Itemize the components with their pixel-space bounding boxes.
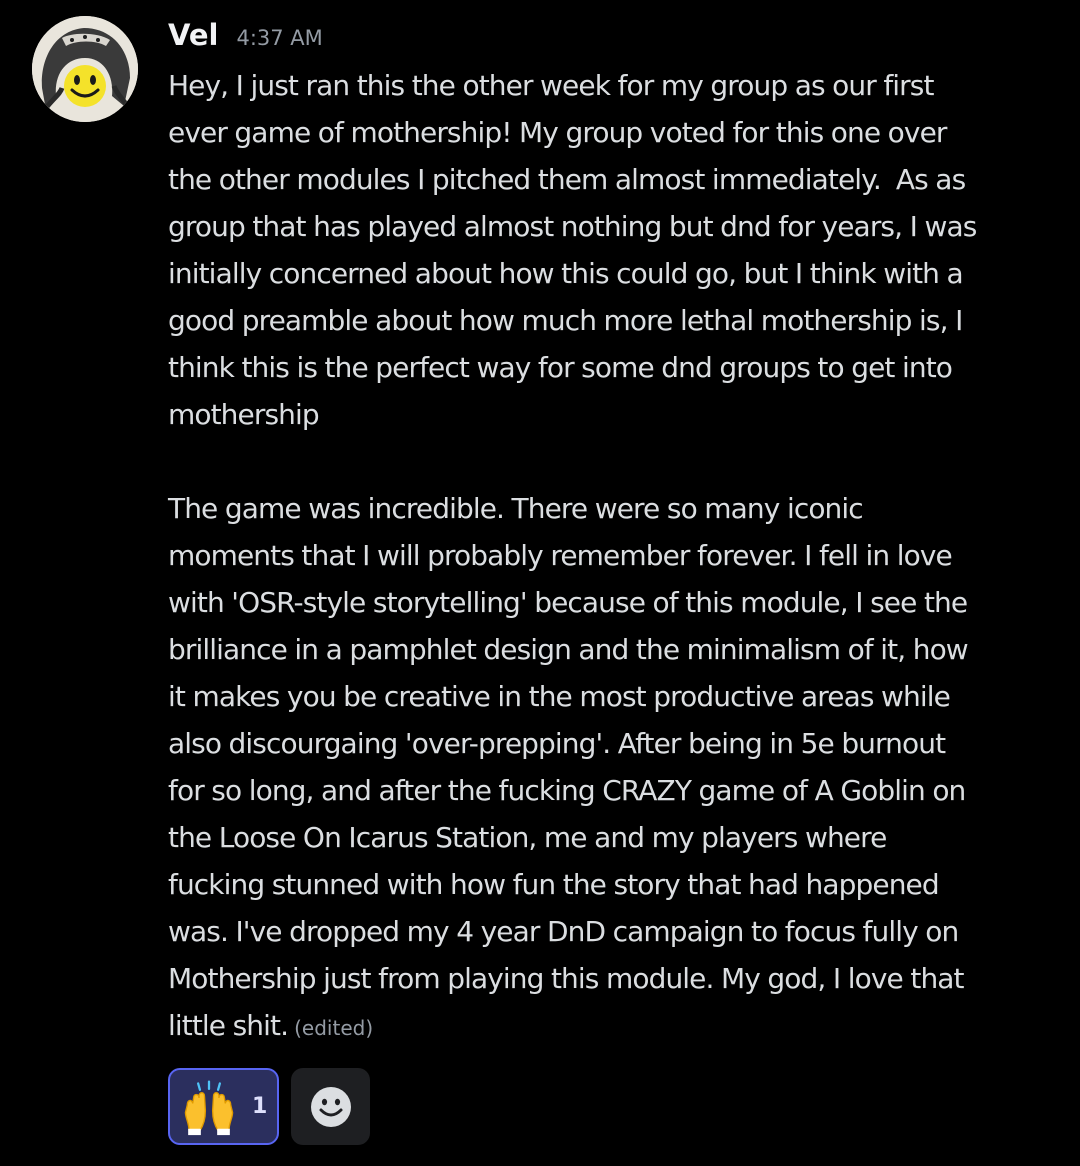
message-line: moments that I will probably remember fo… — [168, 539, 953, 572]
message-header: Vel 4:37 AM — [168, 18, 323, 62]
username[interactable]: Vel — [168, 18, 218, 52]
message-line: group that has played almost nothing but… — [168, 210, 977, 243]
message-line: Mothership just from playing this module… — [168, 962, 965, 995]
message-content: Hey, I just ran this the other week for … — [168, 62, 1068, 1052]
reaction-raising-hands[interactable]: 1 — [168, 1068, 279, 1145]
message-line: also discourgaing 'over-prepping'. After… — [168, 727, 946, 760]
message-line: for so long, and after the fucking CRAZY… — [168, 774, 966, 807]
message-line: fucking stunned with how fun the story t… — [168, 868, 940, 901]
message-line: good preamble about how much more lethal… — [168, 304, 963, 337]
add-reaction-button[interactable] — [291, 1068, 370, 1145]
raising-hands-emoji-icon — [184, 1079, 234, 1135]
reaction-count: 1 — [252, 1094, 268, 1119]
message-line-text: little shit. — [168, 1009, 289, 1042]
message-line: The game was incredible. There were so m… — [168, 492, 864, 525]
message-line: ever game of mothership! My group voted … — [168, 116, 947, 149]
message-line: think this is the perfect way for some d… — [168, 351, 953, 384]
message-line: the other modules I pitched them almost … — [168, 163, 966, 196]
message-line-last: little shit. (edited) — [168, 1002, 1068, 1052]
message-line: Hey, I just ran this the other week for … — [168, 69, 934, 102]
chat-message: Vel 4:37 AM Hey, I just ran this the oth… — [0, 0, 1080, 1166]
message-line: initially concerned about how this could… — [168, 257, 964, 290]
paragraph-break — [168, 438, 1068, 485]
edited-label: (edited) — [294, 1016, 374, 1040]
message-line: with 'OSR-style storytelling' because of… — [168, 586, 968, 619]
timestamp[interactable]: 4:37 AM — [236, 26, 322, 50]
message-paragraph-2: The game was incredible. There were so m… — [168, 485, 1068, 1052]
message-line: the Loose On Icarus Station, me and my p… — [168, 821, 887, 854]
message-line: it makes you be creative in the most pro… — [168, 680, 951, 713]
reactions-bar: 1 — [168, 1068, 370, 1145]
avatar[interactable] — [32, 16, 138, 122]
message-line: mothership — [168, 398, 320, 431]
message-line: was. I've dropped my 4 year DnD campaign… — [168, 915, 959, 948]
smiley-face-helmet-icon — [32, 16, 138, 122]
add-reaction-smiley-icon — [310, 1086, 351, 1127]
message-line: brilliance in a pamphlet design and the … — [168, 633, 969, 666]
message-paragraph-1: Hey, I just ran this the other week for … — [168, 62, 1068, 438]
